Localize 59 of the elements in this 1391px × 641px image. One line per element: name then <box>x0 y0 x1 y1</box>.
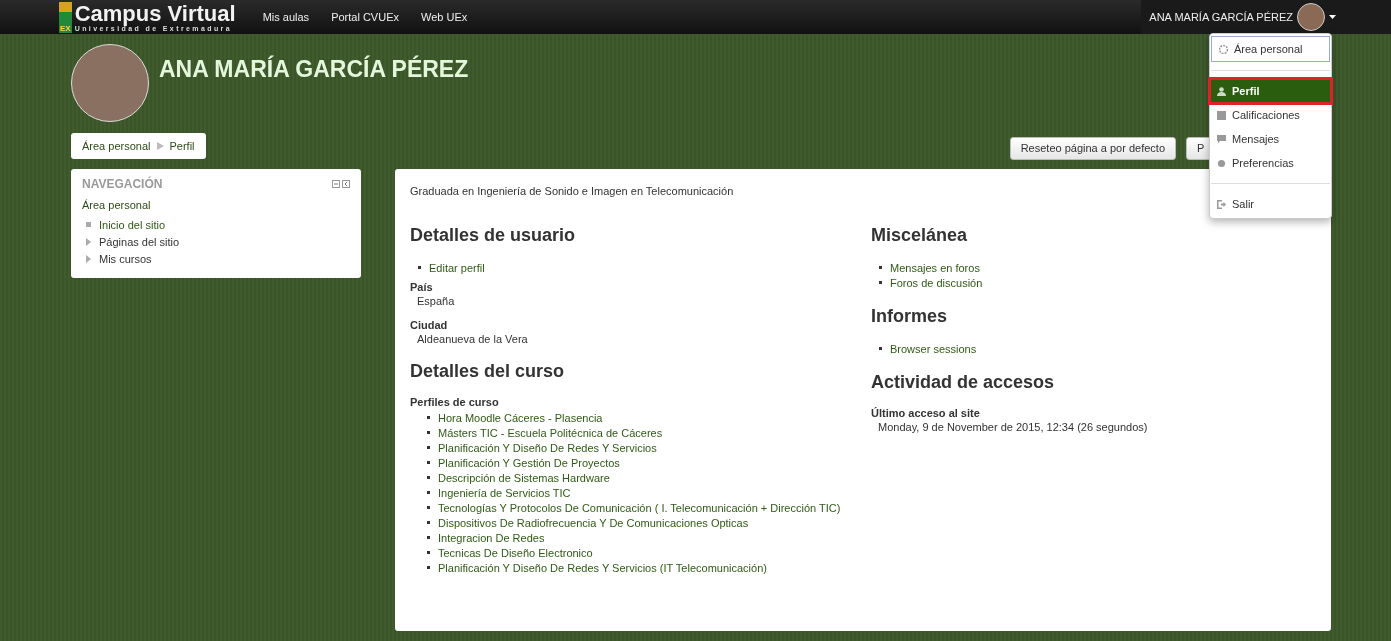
menu-item[interactable]: Salir <box>1210 192 1331 216</box>
user-name[interactable]: ANA MARÍA GARCÍA PÉREZ <box>1149 11 1293 23</box>
navigation-link[interactable]: Páginas del sitio <box>99 235 180 248</box>
dock-icon[interactable] <box>342 180 350 188</box>
logo-title[interactable]: Campus Virtual <box>74 2 236 25</box>
field-label: Último acceso al site <box>871 407 981 419</box>
course-link[interactable]: Planificación Y Diseño De Redes Y Servicios <box>438 441 657 454</box>
field-label: País <box>410 281 434 293</box>
course-link[interactable]: Tecnologías Y Protocolos De Comunicación ( I. Telecomunicación + Dirección TIC) <box>438 501 841 514</box>
breadcrumb-separator-icon <box>156 142 164 150</box>
section-heading: Detalles de usuario <box>410 225 577 246</box>
course-link[interactable]: Hora Moodle Cáceres - Plasencia <box>438 411 603 424</box>
section-heading: Informes <box>871 306 949 327</box>
course-link[interactable]: Másters TIC - Escuela Politécnica de Cáceres <box>438 426 663 439</box>
nav-link[interactable]: Portal CVUEx <box>331 11 399 23</box>
course-link[interactable]: Integracion De Redes <box>438 531 545 544</box>
logo-badge: EX <box>59 1 72 33</box>
nav-link[interactable]: Web UEx <box>421 11 468 23</box>
navigation-link[interactable]: Área personal <box>82 199 350 211</box>
course-link[interactable]: Planificación Y Diseño De Redes Y Servicios (IT Telecomunicación) <box>438 561 767 574</box>
profile-link[interactable]: Browser sessions <box>890 342 977 355</box>
field-value: España <box>416 295 456 307</box>
course-link[interactable]: Planificación Y Gestión De Proyectos <box>438 456 620 469</box>
section-heading: Actividad de accesos <box>871 372 1056 393</box>
minimize-icon[interactable] <box>332 180 340 188</box>
page-button[interactable]: Reseteo página a por defecto <box>1009 136 1176 160</box>
profile-link[interactable]: Editar perfil <box>429 261 485 274</box>
field-label: Ciudad <box>410 319 449 331</box>
navigation-link[interactable]: Mis cursos <box>99 252 152 265</box>
navigation-link[interactable]: Inicio del sitio <box>99 218 166 231</box>
menu-item[interactable]: Área personal <box>1211 36 1330 62</box>
profile-link[interactable]: Foros de discusión <box>890 276 983 289</box>
course-link[interactable]: Ingeniería de Servicios TIC <box>438 486 571 499</box>
menu-item[interactable]: Perfil <box>1210 79 1331 103</box>
caret-icon <box>1329 15 1336 19</box>
course-link[interactable]: Dispositivos De Radiofrecuencia Y De Comunicaciones Opticas <box>438 516 749 529</box>
nav-link[interactable]: Mis aulas <box>262 11 310 23</box>
profile-description: Graduada en Ingeniería de Sonido e Imagen en Telecomunicación <box>410 185 735 197</box>
block-title: NAVEGACIÓN <box>82 177 164 191</box>
avatar-placeholder <box>1297 3 1325 31</box>
menu-item[interactable]: Preferencias <box>1210 151 1331 175</box>
menu-item[interactable]: Calificaciones <box>1210 103 1331 127</box>
bullet-icon <box>86 222 91 227</box>
user-menu-toggle[interactable]: ANA MARÍA GARCÍA PÉREZ <box>1141 0 1391 34</box>
menu-item[interactable]: Mensajes <box>1210 127 1331 151</box>
field-value: Aldeanueva de la Vera <box>416 333 529 345</box>
section-heading: Miscelánea <box>871 225 969 246</box>
profile-link[interactable]: Mensajes en foros <box>890 261 980 274</box>
logout-icon <box>1217 199 1226 209</box>
course-link[interactable]: Tecnicas De Diseño Electronico <box>438 546 593 559</box>
speech-bubble-icon <box>1217 134 1226 144</box>
breadcrumb-link[interactable]: Área personal <box>82 140 151 152</box>
course-link[interactable]: Descripción de Sistemas Hardware <box>438 471 610 484</box>
user-icon <box>1217 86 1226 96</box>
page-title: ANA MARÍA GARCÍA PÉREZ <box>159 56 469 83</box>
breadcrumb-link[interactable]: Perfil <box>169 140 195 152</box>
field-value: Monday, 9 de November de 2015, 12:34 (26 segundos) <box>877 421 1149 433</box>
field-label: Perfiles de curso <box>410 396 500 408</box>
section-heading: Detalles del curso <box>410 361 566 382</box>
